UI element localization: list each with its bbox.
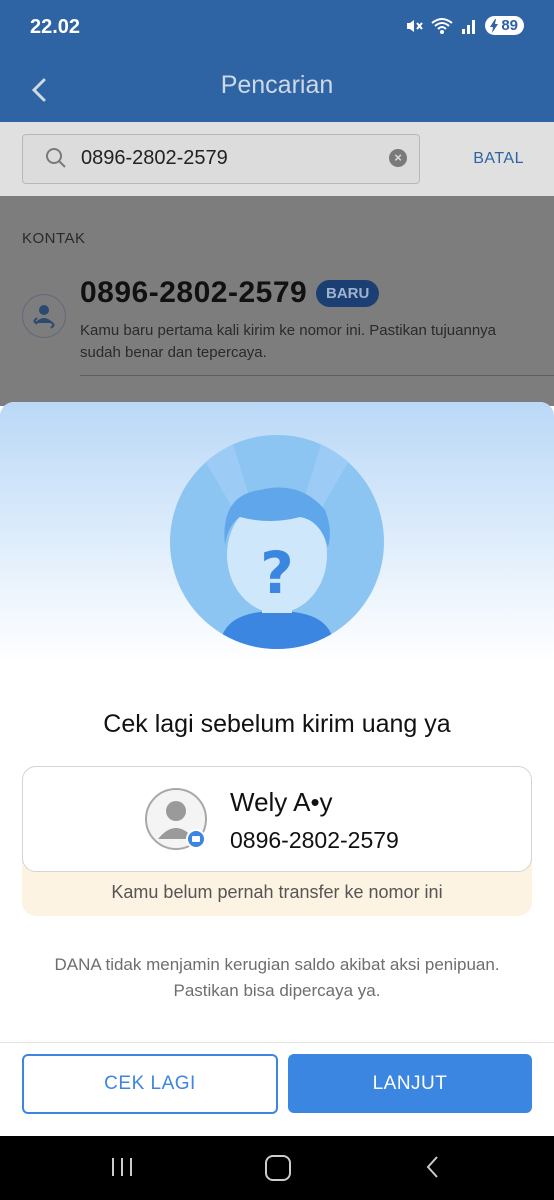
wifi-icon: [431, 17, 453, 34]
avatar: [145, 788, 207, 850]
contact-description: Kamu baru pertama kali kirim ke nomor in…: [80, 322, 497, 361]
battery-indicator: 89: [485, 16, 524, 35]
sheet-title: Cek lagi sebelum kirim uang ya: [103, 710, 451, 738]
status-icons: 89: [405, 16, 524, 35]
battery-level: 89: [501, 17, 518, 34]
transfer-user-icon: [33, 305, 55, 329]
check-again-button[interactable]: CEK LAGI: [22, 1054, 278, 1114]
recents-icon[interactable]: [110, 1156, 134, 1178]
signal-icon: [462, 19, 476, 34]
search-bar: 0896-2802-2579 × BATAL: [0, 122, 554, 196]
unknown-person-icon: ?: [170, 435, 384, 649]
new-badge: BARU: [316, 280, 380, 307]
system-nav-bar: [0, 1136, 554, 1200]
recipient-phone: 0896-2802-2579: [230, 827, 399, 853]
mute-icon: [407, 19, 424, 32]
confirmation-sheet: ? Cek lagi sebelum kirim uang ya Wely A•…: [0, 402, 554, 1136]
charging-icon: [490, 18, 499, 33]
search-input-value[interactable]: 0896-2802-2579: [81, 147, 228, 170]
contact-number[interactable]: 0896-2802-2579: [80, 276, 307, 310]
recipient-info: Wely A•y 0896-2802-2579: [22, 766, 532, 872]
status-bar: 22.02 89: [0, 0, 554, 58]
back-icon[interactable]: [425, 1154, 441, 1180]
recipient-card: Wely A•y 0896-2802-2579 Kamu belum perna…: [22, 766, 532, 916]
page-title: Pencarian: [220, 71, 334, 99]
contacts-section: KONTAK 0896-2802-2579 BARU Kamu baru per…: [0, 196, 554, 406]
disclaimer-text: DANA tidak menjamin kerugian saldo akiba…: [54, 955, 500, 1000]
divider: [80, 375, 554, 376]
app-bar: Pencarian: [0, 58, 554, 122]
divider: [0, 1042, 554, 1043]
home-icon[interactable]: [265, 1155, 291, 1181]
status-time: 22.02: [30, 16, 81, 38]
svg-text:?: ?: [260, 539, 294, 607]
continue-button[interactable]: LANJUT: [288, 1054, 532, 1113]
section-label: KONTAK: [22, 230, 86, 247]
cancel-button[interactable]: BATAL: [473, 150, 524, 168]
contact-avatar: [22, 294, 66, 338]
recipient-name: Wely A•y: [230, 787, 333, 817]
search-input[interactable]: 0896-2802-2579 ×: [22, 134, 420, 184]
clear-icon[interactable]: ×: [389, 149, 407, 167]
search-icon: [46, 148, 66, 168]
warning-note: Kamu belum pernah transfer ke nomor ini: [111, 882, 443, 902]
